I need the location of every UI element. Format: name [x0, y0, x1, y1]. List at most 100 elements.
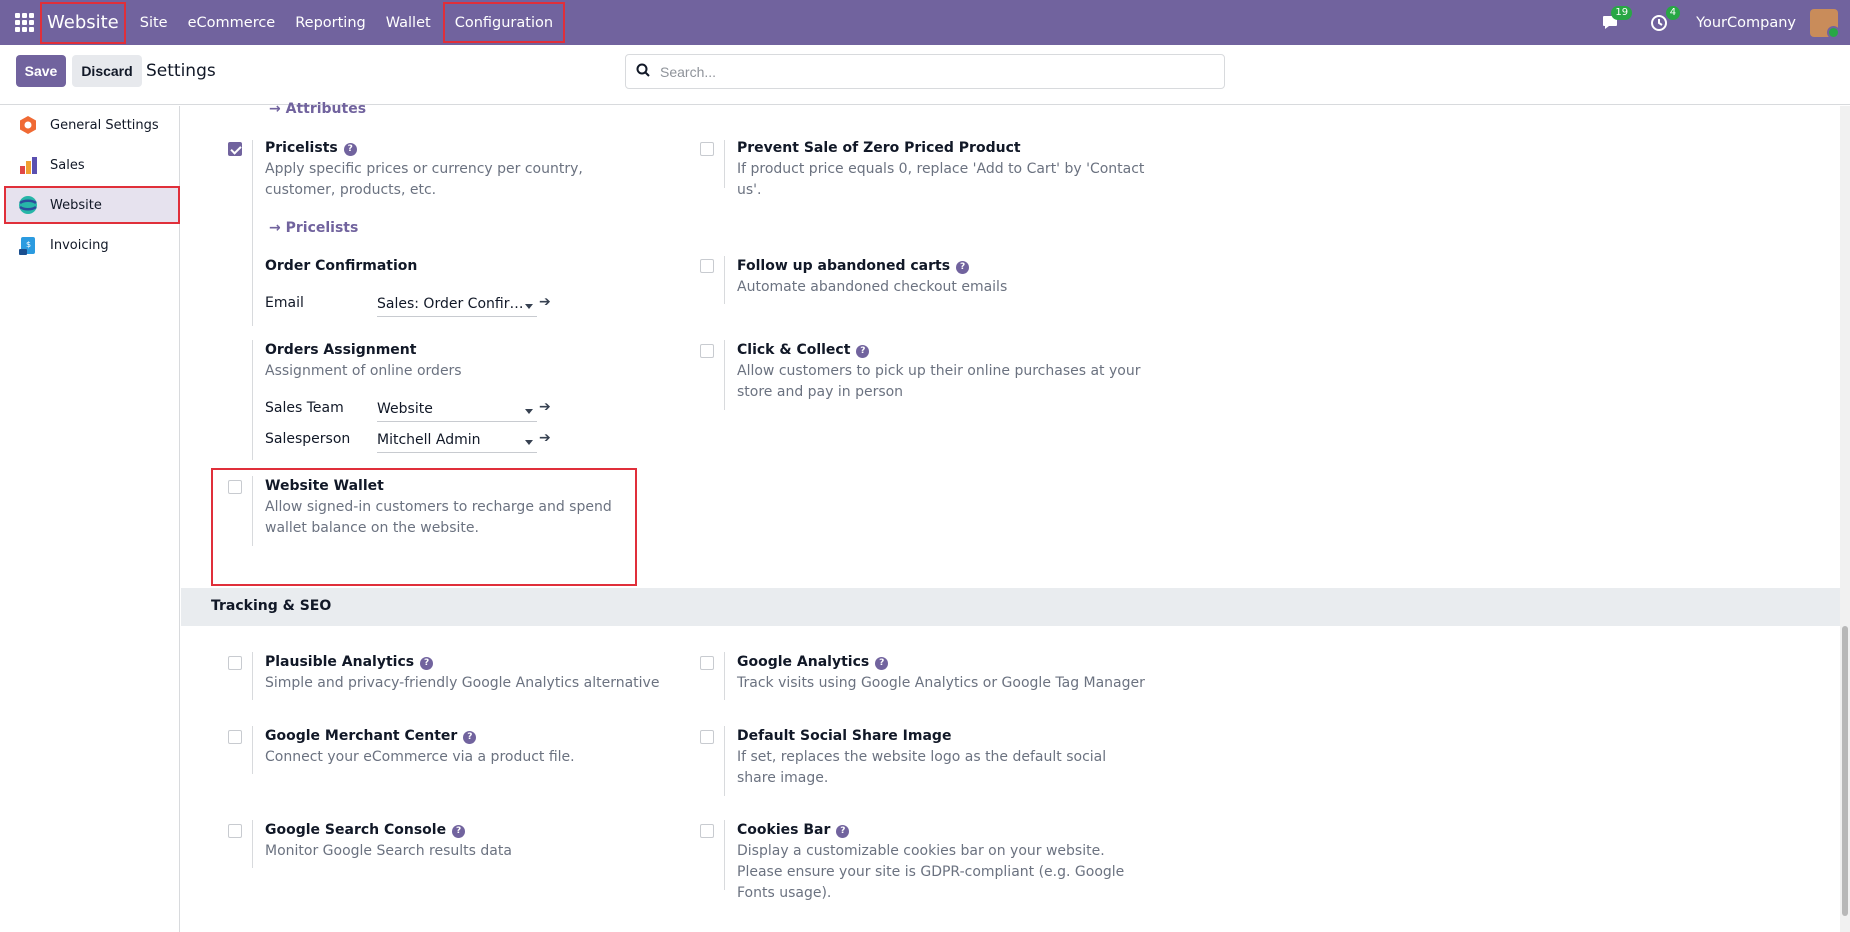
plausible-description: Simple and privacy-friendly Google Analy… — [265, 675, 660, 691]
orders-assignment-title: Orders Assignment — [265, 342, 417, 358]
help-icon[interactable]: ? — [836, 825, 850, 838]
email-template-select[interactable]: Sales: Order Confir… — [377, 293, 537, 317]
divider — [252, 256, 253, 326]
divider — [252, 820, 253, 868]
click-collect-description: Allow customers to pick up their online … — [737, 363, 1141, 400]
divider — [252, 652, 253, 700]
user-avatar[interactable] — [1810, 8, 1840, 39]
menu-wallet[interactable]: Wallet — [376, 0, 441, 45]
messages-badge: 19 — [1611, 5, 1633, 20]
pricelists-checkbox[interactable] — [228, 142, 242, 156]
search-input[interactable] — [660, 63, 1200, 80]
zero-price-title: Prevent Sale of Zero Priced Product — [737, 140, 1021, 156]
divider — [724, 726, 725, 796]
activities-badge: 4 — [1665, 5, 1681, 20]
save-button[interactable]: Save — [16, 55, 66, 87]
google-analytics-title: Google Analytics? — [737, 654, 889, 670]
pricelists-title: Pricelists? — [265, 140, 357, 156]
control-panel: Save Discard Settings — [0, 45, 1850, 105]
pricelists-description: Apply specific prices or currency per co… — [265, 161, 583, 198]
sidebar-item-general-settings[interactable]: General Settings — [4, 106, 180, 144]
tracking-seo-section-header: Tracking & SEO — [181, 588, 1841, 626]
plausible-title: Plausible Analytics? — [265, 654, 434, 670]
divider — [724, 820, 725, 890]
messages-icon[interactable]: 19 — [1600, 5, 1633, 34]
help-icon[interactable]: ? — [420, 657, 434, 670]
cookies-checkbox[interactable] — [700, 824, 714, 838]
sales-team-external-link-icon[interactable]: ➔ — [539, 399, 551, 415]
cookies-title: Cookies Bar? — [737, 822, 850, 838]
main-menu: Site eCommerce Reporting Wallet Configur… — [130, 0, 567, 45]
search-box — [625, 54, 1225, 89]
click-collect-title: Click & Collect? — [737, 342, 870, 358]
content-scrollbar[interactable] — [1840, 106, 1850, 932]
website-wallet-title: Website Wallet — [265, 478, 384, 494]
cookies-description: Display a customizable cookies bar on yo… — [737, 843, 1125, 901]
order-confirmation-title: Order Confirmation — [265, 258, 418, 274]
social-image-title: Default Social Share Image — [737, 728, 952, 744]
sidebar-item-label: Invoicing — [50, 237, 109, 253]
plausible-checkbox[interactable] — [228, 656, 242, 670]
menu-reporting[interactable]: Reporting — [285, 0, 376, 45]
sidebar-item-label: Website — [50, 197, 102, 213]
click-collect-checkbox[interactable] — [700, 344, 714, 358]
chevron-down-icon — [525, 304, 533, 309]
abandoned-carts-description: Automate abandoned checkout emails — [737, 279, 1008, 295]
social-image-description: If set, replaces the website logo as the… — [737, 749, 1107, 786]
chevron-down-icon — [525, 440, 533, 445]
invoicing-icon: $ — [18, 235, 38, 255]
abandoned-carts-checkbox[interactable] — [700, 259, 714, 273]
divider — [724, 256, 725, 304]
zero-price-description: If product price equals 0, replace 'Add … — [737, 161, 1145, 198]
sales-team-label: Sales Team — [265, 400, 344, 416]
settings-content: → Attributes Pricelists? Apply specific … — [181, 101, 1841, 932]
attributes-link[interactable]: → Attributes — [269, 101, 366, 117]
website-wallet-checkbox[interactable] — [228, 480, 242, 494]
social-image-checkbox[interactable] — [700, 730, 714, 744]
help-icon[interactable]: ? — [452, 825, 466, 838]
menu-configuration[interactable]: Configuration — [441, 0, 567, 45]
salesperson-select[interactable]: Mitchell Admin — [377, 429, 537, 453]
search-console-description: Monitor Google Search results data — [265, 843, 512, 859]
pricelists-link[interactable]: → Pricelists — [269, 220, 358, 236]
sidebar-item-invoicing[interactable]: $ Invoicing — [4, 226, 180, 264]
discard-button[interactable]: Discard — [72, 55, 142, 87]
salesperson-external-link-icon[interactable]: ➔ — [539, 430, 551, 446]
menu-ecommerce[interactable]: eCommerce — [178, 0, 286, 45]
page-title: Settings — [146, 61, 216, 81]
sidebar-item-website[interactable]: Website — [4, 186, 180, 224]
app-brand[interactable]: Website — [40, 1, 126, 44]
navbar-systray: 19 4 YourCompany — [1600, 5, 1850, 39]
scrollbar-thumb[interactable] — [1842, 626, 1848, 916]
help-icon[interactable]: ? — [463, 731, 477, 744]
divider — [724, 140, 725, 188]
abandoned-carts-title: Follow up abandoned carts? — [737, 258, 970, 274]
svg-text:$: $ — [26, 240, 31, 249]
sidebar-item-label: General Settings — [50, 117, 159, 133]
menu-site[interactable]: Site — [130, 0, 178, 45]
sales-icon — [18, 155, 38, 175]
divider — [252, 476, 253, 546]
divider — [252, 726, 253, 774]
website-icon — [18, 195, 38, 215]
zero-price-checkbox[interactable] — [700, 142, 714, 156]
email-template-external-link-icon[interactable]: ➔ — [539, 294, 551, 310]
search-console-checkbox[interactable] — [228, 824, 242, 838]
divider — [724, 652, 725, 700]
help-icon[interactable]: ? — [875, 657, 889, 670]
sales-team-select[interactable]: Website — [377, 398, 537, 422]
activities-icon[interactable]: 4 — [1648, 5, 1681, 34]
website-wallet-description: Allow signed-in customers to recharge an… — [265, 499, 612, 536]
merchant-checkbox[interactable] — [228, 730, 242, 744]
help-icon[interactable]: ? — [956, 261, 970, 274]
google-analytics-checkbox[interactable] — [700, 656, 714, 670]
orders-assignment-description: Assignment of online orders — [265, 363, 462, 379]
merchant-title: Google Merchant Center? — [265, 728, 477, 744]
merchant-description: Connect your eCommerce via a product fil… — [265, 749, 575, 765]
sidebar-item-label: Sales — [50, 157, 85, 173]
company-switcher[interactable]: YourCompany — [1696, 15, 1796, 31]
help-icon[interactable]: ? — [343, 143, 357, 156]
search-console-title: Google Search Console? — [265, 822, 466, 838]
sidebar-item-sales[interactable]: Sales — [4, 146, 180, 184]
help-icon[interactable]: ? — [856, 345, 870, 358]
